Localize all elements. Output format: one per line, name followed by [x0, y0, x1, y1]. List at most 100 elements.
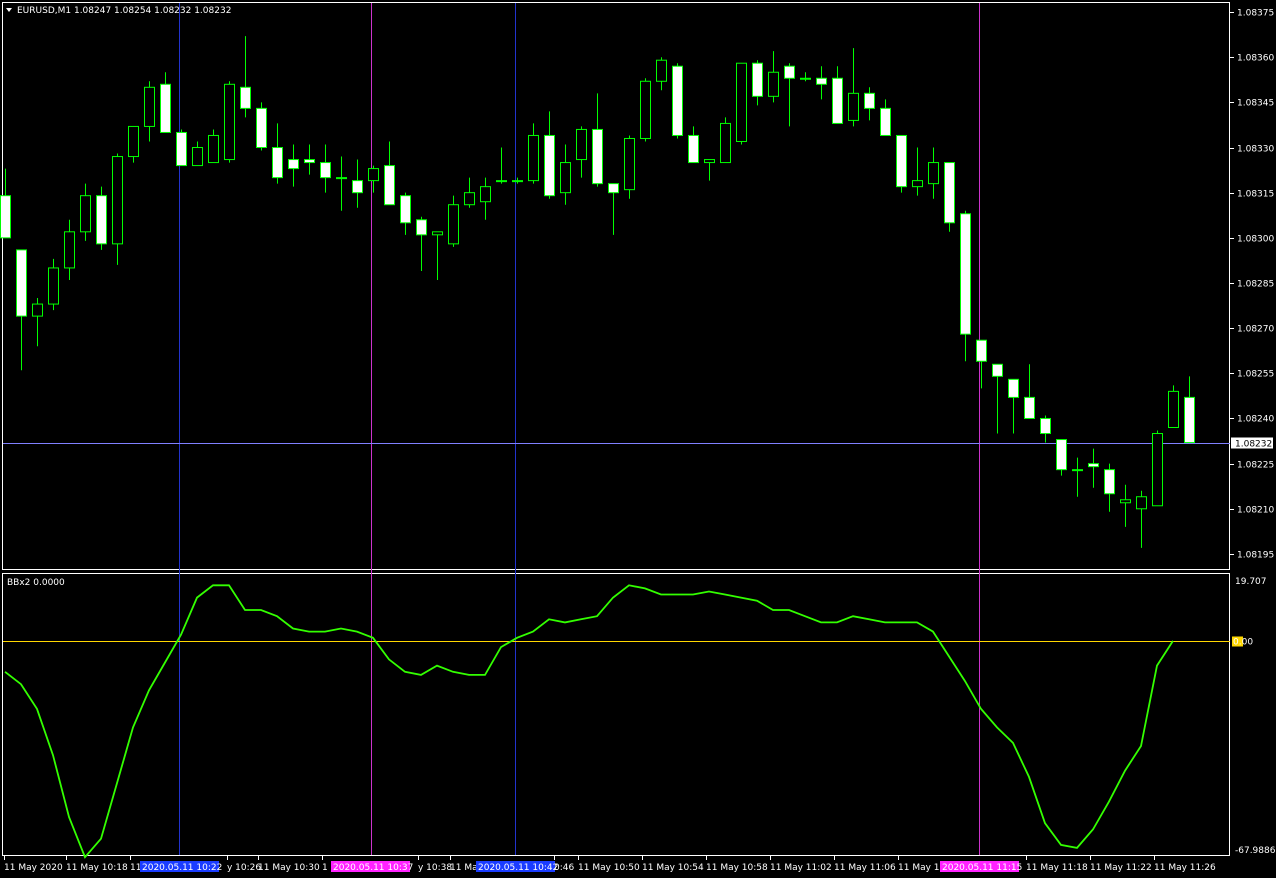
bullish-candle — [512, 180, 523, 183]
bearish-candle — [416, 219, 427, 236]
price-tick-label: 1.08270 — [1237, 325, 1274, 335]
bullish-candle — [64, 231, 75, 269]
time-label: y 10:26 — [227, 863, 261, 873]
bullish-candle — [640, 80, 651, 139]
bullish-candle — [560, 162, 571, 194]
bearish-candle — [864, 92, 875, 109]
bearish-candle — [1024, 396, 1035, 419]
time-marker-label: 2020.05.11 10:22 — [142, 863, 222, 873]
bullish-candle — [48, 267, 59, 305]
bullish-candle — [336, 177, 347, 180]
time-label: 11 May 11:26 — [1154, 863, 1216, 873]
bearish-candle — [784, 65, 795, 79]
bearish-candle — [384, 165, 395, 206]
bearish-candle — [96, 195, 107, 245]
time-label: 11 May 10:30 — [258, 863, 320, 873]
price-tick-label: 1.08360 — [1237, 54, 1274, 64]
indicator-header: BBx2 0.0000 — [7, 578, 65, 588]
zero-level-label: 0.00 — [1233, 638, 1253, 648]
bullish-candle — [368, 168, 379, 182]
bearish-candle — [992, 363, 1003, 377]
bullish-candle — [624, 137, 635, 191]
bearish-candle — [256, 107, 267, 149]
bullish-candle — [1072, 469, 1083, 472]
time-label: y 10:38 — [418, 863, 452, 873]
bearish-candle — [896, 134, 907, 188]
price-tick-label: 1.08315 — [1237, 190, 1274, 200]
time-label: 1 — [322, 863, 328, 873]
bearish-candle — [1088, 463, 1099, 468]
time-label: 11 May 10:18 — [66, 863, 128, 873]
bearish-candle — [960, 213, 971, 335]
price-tick-label: 1.08330 — [1237, 145, 1274, 155]
bearish-candle — [1008, 378, 1019, 398]
bullish-candle — [768, 71, 779, 97]
bearish-candle — [544, 134, 555, 197]
time-marker-label: 2020.05.11 11:15 — [942, 863, 1022, 873]
bearish-candle — [176, 131, 187, 167]
bullish-candle — [1120, 499, 1131, 504]
bullish-candle — [496, 180, 507, 183]
bullish-candle — [480, 186, 491, 203]
bearish-candle — [976, 339, 987, 362]
bullish-candle — [224, 83, 235, 161]
bullish-candle — [112, 156, 123, 245]
bearish-candle — [352, 180, 363, 194]
bullish-candle — [800, 77, 811, 80]
time-marker-label: 2020.05.11 10:37 — [333, 863, 413, 873]
bullish-candle — [704, 159, 715, 164]
bullish-candle — [80, 195, 91, 233]
bullish-candle — [464, 192, 475, 206]
bearish-candle — [816, 77, 827, 85]
bearish-candle — [944, 162, 955, 224]
indicator-min-label: -67.9886 — [1235, 846, 1276, 856]
bearish-candle — [320, 162, 331, 179]
bearish-candle — [1040, 417, 1051, 435]
time-label: 11 May 1 — [898, 863, 940, 873]
bearish-candle — [304, 159, 315, 164]
chart-background — [0, 0, 1276, 878]
bullish-candle — [576, 128, 587, 161]
bearish-candle — [1184, 396, 1195, 444]
price-tick-label: 1.08195 — [1237, 551, 1274, 561]
bullish-candle — [912, 180, 923, 188]
bullish-candle — [1152, 433, 1163, 507]
bearish-candle — [592, 128, 603, 185]
time-label: 11 May 10:50 — [578, 863, 640, 873]
time-label: 11 May 11:22 — [1090, 863, 1152, 873]
bearish-candle — [880, 107, 891, 136]
bullish-candle — [192, 147, 203, 167]
price-tick-label: 1.08345 — [1237, 99, 1274, 109]
bullish-candle — [848, 92, 859, 121]
trading-chart[interactable]: 1.08375 1.08360 1.08345 1.08330 1.08315 1.083… — [0, 0, 1276, 878]
bullish-candle — [432, 231, 443, 236]
price-tick-label: 1.08375 — [1237, 9, 1274, 19]
bullish-candle — [32, 303, 43, 317]
bearish-candle — [400, 195, 411, 224]
price-tick-label: 1.08255 — [1237, 370, 1274, 380]
bullish-candle — [128, 125, 139, 158]
bearish-candle — [1104, 469, 1115, 495]
time-label: 11 May 11:02 — [770, 863, 832, 873]
price-tick-label: 1.08285 — [1237, 280, 1274, 290]
bearish-candle — [688, 134, 699, 164]
bearish-candle — [832, 77, 843, 124]
bullish-candle — [928, 162, 939, 185]
time-marker-label: 2020.05.11 10:42 — [478, 863, 558, 873]
bearish-candle — [16, 249, 27, 317]
time-label: 11 May 2020 — [4, 863, 63, 873]
bearish-candle — [752, 62, 763, 97]
bullish-candle — [448, 204, 459, 245]
current-price-label: 1.08232 — [1235, 440, 1272, 450]
bullish-candle — [528, 134, 539, 182]
bearish-candle — [160, 83, 171, 133]
time-label: 11 May 11:06 — [834, 863, 896, 873]
time-label: 11 May 11:18 — [1026, 863, 1088, 873]
bearish-candle — [272, 147, 283, 179]
bullish-candle — [720, 122, 731, 164]
indicator-max-label: 19.707 — [1235, 577, 1267, 587]
bearish-candle — [608, 183, 619, 194]
bearish-candle — [240, 86, 251, 109]
time-label: 11 Ma — [450, 863, 478, 873]
price-tick-label: 1.08210 — [1237, 506, 1274, 516]
